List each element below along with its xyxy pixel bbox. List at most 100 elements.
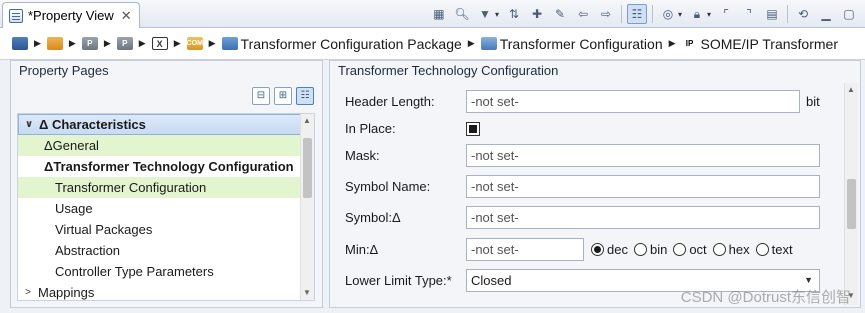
transformer-x-icon[interactable]: X (151, 37, 168, 50)
breadcrumb-arrow-icon[interactable]: ▶ (139, 38, 146, 49)
lower-limit-type-label: Lower Limit Type:* (345, 273, 452, 288)
chevron-down-icon[interactable]: ▾ (678, 10, 682, 19)
symbol-name-input[interactable]: -not set- (466, 175, 820, 198)
scroll-up-icon[interactable]: ▲ (847, 85, 855, 94)
breadcrumb-arrow-icon[interactable]: ▶ (669, 38, 676, 49)
search-icon[interactable]: 🔍︎ (452, 4, 472, 24)
min-input[interactable]: -not set- (466, 238, 584, 261)
link-icon[interactable]: ⟲ (793, 4, 813, 24)
breadcrumb-arrow-icon[interactable]: ▶ (174, 38, 181, 49)
minimize-icon[interactable]: ▁ (816, 4, 836, 24)
edit-icon[interactable]: ✎ (550, 4, 570, 24)
breadcrumb-item-transformer-configuration-package[interactable]: Transformer Configuration Package (241, 36, 462, 52)
folder-icon[interactable] (12, 37, 28, 50)
breadcrumb-item-someip-transformer[interactable]: SOME/IP Transformer (701, 36, 838, 52)
scroll-down-icon[interactable]: ▼ (303, 288, 311, 297)
expand-all-icon[interactable]: ⊞ (274, 87, 292, 105)
tree-icon[interactable]: ☷ (626, 4, 647, 24)
tree-item-controller-type-parameters[interactable]: Controller Type Parameters (18, 261, 302, 282)
close-icon[interactable]: ✕ (121, 8, 132, 24)
chevron-right-icon[interactable]: > (22, 287, 34, 298)
min-label: Min:Δ (345, 242, 379, 257)
radio-hex[interactable]: hex (712, 242, 750, 257)
radio-button[interactable] (755, 243, 769, 256)
form-scrollbar[interactable]: ▲ ▼ (844, 83, 858, 305)
in-place-checkbox[interactable] (466, 122, 480, 136)
property-pages-tree: ∨ Δ Characteristics ΔGeneral ΔTransforme… (17, 113, 315, 301)
tree-item-label: Transformer Configuration (55, 180, 207, 195)
tree-item-label: Virtual Packages (55, 222, 153, 237)
panel-title: Transformer Technology Configuration (338, 63, 559, 78)
view-title-bar: *Property View ✕ ▦ 🔍︎ ▼ ▾ ⇅ ✚ ✎ ⇦ ⇨ ☷ ◎ ▾ … (0, 0, 865, 28)
toolbar-separator (787, 5, 788, 23)
header-length-label: Header Length: (345, 94, 435, 109)
tree-item-transformer-technology-configuration[interactable]: ΔTransformer Technology Configuration (18, 156, 302, 177)
radio-label: oct (689, 242, 707, 257)
tree-item-abstraction[interactable]: Abstraction (18, 240, 302, 261)
radio-button[interactable] (712, 243, 726, 256)
target-icon[interactable]: ◎ (658, 4, 678, 24)
tree-item-characteristics[interactable]: ∨ Δ Characteristics (18, 114, 302, 135)
chevron-down-icon[interactable]: ▾ (707, 10, 711, 19)
form-scrollbar-thumb[interactable] (847, 179, 856, 229)
new-icon[interactable]: ✚ (527, 4, 547, 24)
radio-button[interactable] (591, 243, 604, 256)
radix-radio-group: dec bin oct hex text (591, 242, 793, 257)
package-icon[interactable] (46, 37, 63, 50)
tree-item-usage[interactable]: Usage (18, 198, 302, 219)
radio-button[interactable] (673, 243, 687, 256)
breadcrumb-arrow-icon[interactable]: ▶ (69, 38, 76, 49)
tree-item-label: Mappings (38, 285, 95, 300)
symbol-name-label: Symbol Name: (345, 179, 431, 194)
doc-icon[interactable]: ▤ (762, 4, 782, 24)
chevron-down-icon[interactable]: ▾ (495, 10, 499, 19)
symbol-label: Symbol:Δ (345, 210, 401, 225)
header-length-input[interactable]: -not set- (466, 90, 800, 113)
mask-input[interactable]: -not set- (466, 144, 820, 167)
radio-dec[interactable]: dec (591, 242, 628, 257)
tree-item-transformer-configuration[interactable]: Transformer Configuration (18, 177, 302, 198)
back-icon[interactable]: ⇦ (573, 4, 593, 24)
tree-view-icon[interactable]: ☷ (296, 87, 314, 105)
view-toolbar: ▦ 🔍︎ ▼ ▾ ⇅ ✚ ✎ ⇦ ⇨ ☷ ◎ ▾ 🔒︎ ▾ ⌜ ⌝ ▤ ⟲ ▁ ▢ (429, 3, 859, 25)
breadcrumb-arrow-icon[interactable]: ▶ (104, 38, 111, 49)
symbol-input[interactable]: -not set- (466, 206, 820, 229)
lock-icon[interactable]: 🔒︎ (687, 4, 707, 24)
tree-item-general[interactable]: ΔGeneral (18, 135, 302, 156)
com-icon[interactable]: COM (186, 37, 203, 50)
filter-icon[interactable]: ▼ (475, 4, 495, 24)
tree-item-mappings[interactable]: > Mappings (18, 282, 302, 300)
ref2-icon[interactable]: ⌝ (739, 4, 759, 24)
maximize-icon[interactable]: ▢ (839, 4, 859, 24)
ref-icon[interactable]: ⌜ (716, 4, 736, 24)
package-p-icon[interactable]: P (116, 37, 133, 50)
tree-scrollbar-thumb[interactable] (303, 138, 312, 198)
tree-scrollbar[interactable]: ▲ ▼ (300, 114, 314, 300)
watermark: CSDN @Dotrust东信创智 (680, 289, 851, 306)
radio-text[interactable]: text (755, 242, 793, 257)
tree-item-label: Usage (55, 201, 93, 216)
toolbar-separator (620, 5, 622, 23)
sync-icon[interactable]: ⇅ (504, 4, 524, 24)
tree-item-label: Controller Type Parameters (55, 264, 214, 279)
breadcrumb-arrow-icon[interactable]: ▶ (209, 38, 216, 49)
forward-icon[interactable]: ⇨ (596, 4, 616, 24)
radio-button[interactable] (633, 243, 647, 256)
transformer-technology-configuration-panel: Transformer Technology Configuration Hea… (329, 60, 861, 308)
lower-limit-type-value: Closed (471, 273, 512, 288)
tab-property-view[interactable]: *Property View ✕ (2, 2, 140, 28)
breadcrumb-arrow-icon[interactable]: ▶ (34, 38, 41, 49)
table-icon[interactable]: ▦ (429, 4, 449, 24)
radio-label: text (771, 242, 793, 257)
breadcrumb-arrow-icon[interactable]: ▶ (468, 38, 475, 49)
scroll-up-icon[interactable]: ▲ (303, 116, 311, 125)
radio-bin[interactable]: bin (633, 242, 667, 257)
collapse-all-icon[interactable]: ⊟ (252, 87, 270, 105)
package-p-icon[interactable]: P (81, 37, 98, 50)
tree-item-label: Abstraction (55, 243, 121, 258)
property-form: Header Length: -not set- bit In Place: M… (336, 83, 846, 303)
chevron-down-icon[interactable]: ∨ (23, 119, 35, 130)
radio-oct[interactable]: oct (673, 242, 707, 257)
breadcrumb-item-transformer-configuration[interactable]: Transformer Configuration (500, 36, 663, 52)
tree-item-virtual-packages[interactable]: Virtual Packages (18, 219, 302, 240)
